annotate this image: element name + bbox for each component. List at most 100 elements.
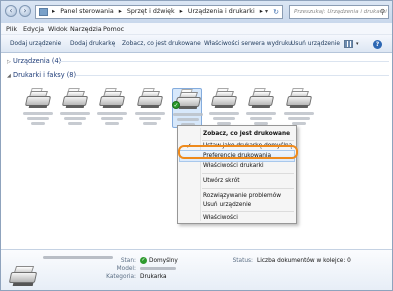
breadcrumb-control-panel[interactable]: Panel sterowania [60, 8, 114, 15]
printer-name-redacted [97, 112, 127, 115]
printer-icon [210, 88, 238, 108]
state-label: Stan: [120, 258, 136, 264]
printer-name-redacted [209, 112, 239, 115]
printer-name-redacted [135, 112, 165, 115]
menu-view[interactable]: Widok [48, 23, 68, 35]
menu-item-label: Utwórz skrót [203, 178, 240, 184]
printer-name-redacted [288, 117, 310, 120]
group-divider [59, 61, 389, 62]
printer-name-redacted [27, 117, 49, 120]
printer-name-redacted [143, 122, 157, 125]
devices-group-header[interactable]: ▷ Urządzenia (4) [7, 56, 61, 66]
printer-name-redacted [68, 122, 82, 125]
printer-name-redacted [177, 118, 199, 121]
menu-item-remove-device[interactable]: Usuń urządzenie [180, 200, 294, 210]
breadcrumb-separator: ▸ [52, 8, 56, 15]
breadcrumb-separator: ▸ [179, 8, 183, 15]
printer-icon [8, 264, 39, 288]
printers-group-header[interactable]: ◢ Drukarki i faksy (8) [7, 70, 76, 80]
address-bar[interactable]: ▸ Panel sterowania ▸ Sprzęt i dźwięk ▸ U… [35, 5, 283, 19]
breadcrumb-separator: ▸ [118, 8, 122, 15]
address-row: ‹ › ▸ Panel sterowania ▸ Sprzęt i dźwięk… [1, 1, 392, 23]
printer-item-selected[interactable]: ✓ [172, 88, 203, 128]
printer-item[interactable] [246, 88, 276, 128]
breadcrumb-hardware-sound[interactable]: Sprzęt i dźwięk [127, 8, 175, 15]
chevron-down-icon[interactable]: ▾ [356, 35, 359, 53]
add-device-button[interactable]: Dodaj urządzenie [10, 35, 61, 53]
printer-name-redacted [246, 112, 276, 115]
menu-tools[interactable]: Narzędzia [70, 23, 102, 35]
menu-item-label: Właściwości [203, 215, 238, 221]
printer-item[interactable] [135, 88, 165, 128]
menu-item-label: Usuń urządzenie [203, 202, 252, 208]
menu-item-see-whats-printing[interactable]: Zobacz, co jest drukowane [180, 129, 294, 139]
printer-name-redacted [250, 117, 272, 120]
printer-item[interactable] [23, 88, 53, 128]
model-value-redacted [140, 267, 176, 270]
printer-item[interactable] [284, 88, 314, 128]
menu-bar: Plik Edycja Widok Narzędzia Pomoc [1, 23, 392, 35]
search-placeholder: Przeszukaj: Urządzenia i drukarki [294, 9, 387, 15]
model-label: Model: [116, 266, 136, 272]
menu-help[interactable]: Pomoc [103, 23, 124, 35]
printer-name-redacted [101, 117, 123, 120]
remove-device-button[interactable]: Usuń urządzenie [291, 35, 340, 53]
printer-icon [61, 88, 89, 108]
search-input[interactable]: Przeszukaj: Urządzenia i drukarki ⚲ [289, 5, 389, 19]
state-value: ✓ Domyślny [140, 257, 178, 265]
state-value-text: Domyślny [149, 258, 178, 264]
printer-icon [136, 88, 164, 108]
menu-item-printer-properties[interactable]: Właściwości drukarki [180, 161, 294, 171]
status-label: Status: [232, 258, 253, 264]
check-icon: ✓ [172, 101, 180, 109]
category-label: Kategoria: [106, 274, 136, 280]
printer-item[interactable] [60, 88, 90, 128]
printer-name-redacted [43, 256, 113, 259]
breadcrumb-devices-printers[interactable]: Urządzenia i drukarki [188, 8, 255, 15]
breadcrumb: ▸ Panel sterowania ▸ Sprzęt i dźwięk ▸ U… [52, 6, 266, 18]
menu-item-label: Właściwości drukarki [203, 163, 264, 169]
refresh-icon[interactable]: ↻ [273, 6, 279, 18]
chevron-down-icon[interactable]: ▾ [265, 6, 268, 18]
menu-separator [202, 211, 294, 212]
printer-name-redacted [60, 112, 90, 115]
printer-name-redacted [105, 122, 119, 125]
search-icon[interactable]: ⚲ [380, 6, 385, 18]
menu-item-label: Rozwiązywanie problemów [203, 193, 281, 199]
printer-name-redacted [31, 122, 45, 125]
back-arrow-icon[interactable]: ‹ [5, 5, 17, 17]
printer-name-redacted [64, 117, 86, 120]
status-value: Liczba dokumentów w kolejce: 0 [257, 258, 351, 264]
devices-group-label: Urządzenia (4) [13, 57, 62, 65]
printer-name-redacted [173, 113, 203, 116]
printer-icon [24, 88, 52, 108]
help-icon[interactable]: ? [373, 40, 382, 49]
printer-icon [98, 88, 126, 108]
category-value: Drukarka [140, 274, 167, 280]
printer-item[interactable] [209, 88, 239, 128]
printer-name-redacted [23, 112, 53, 115]
forward-arrow-icon[interactable]: › [19, 5, 31, 17]
command-bar: Dodaj urządzenie Dodaj drukarkę Zobacz, … [1, 35, 392, 53]
printer-icon [247, 88, 275, 108]
printer-icon [285, 88, 313, 108]
printer-item[interactable] [97, 88, 127, 128]
view-options-icon[interactable] [344, 40, 353, 48]
see-whats-printing-button[interactable]: Zobacz, co jest drukowane [122, 35, 201, 53]
add-printer-button[interactable]: Dodaj drukarkę [70, 35, 115, 53]
menu-item-create-shortcut[interactable]: Utwórz skrót [180, 176, 294, 186]
highlight-ring [178, 145, 298, 159]
devices-and-printers-window: ‹ › ▸ Panel sterowania ▸ Sprzęt i dźwięk… [0, 0, 393, 291]
printers-group-label: Drukarki i faksy (8) [13, 71, 77, 79]
menu-item-properties[interactable]: Właściwości [180, 213, 294, 223]
check-icon: ✓ [140, 257, 147, 264]
menu-separator [202, 173, 294, 174]
menu-file[interactable]: Plik [6, 23, 17, 35]
menu-separator [202, 188, 294, 189]
context-menu: Zobacz, co jest drukowane ✓ Ustaw jako d… [177, 125, 297, 224]
control-panel-icon [39, 8, 48, 16]
print-server-properties-button[interactable]: Właściwości serwera wydruku [204, 35, 292, 53]
breadcrumb-separator: ▸ [259, 8, 263, 15]
printer-name-redacted [139, 117, 161, 120]
menu-edit[interactable]: Edycja [23, 23, 44, 35]
